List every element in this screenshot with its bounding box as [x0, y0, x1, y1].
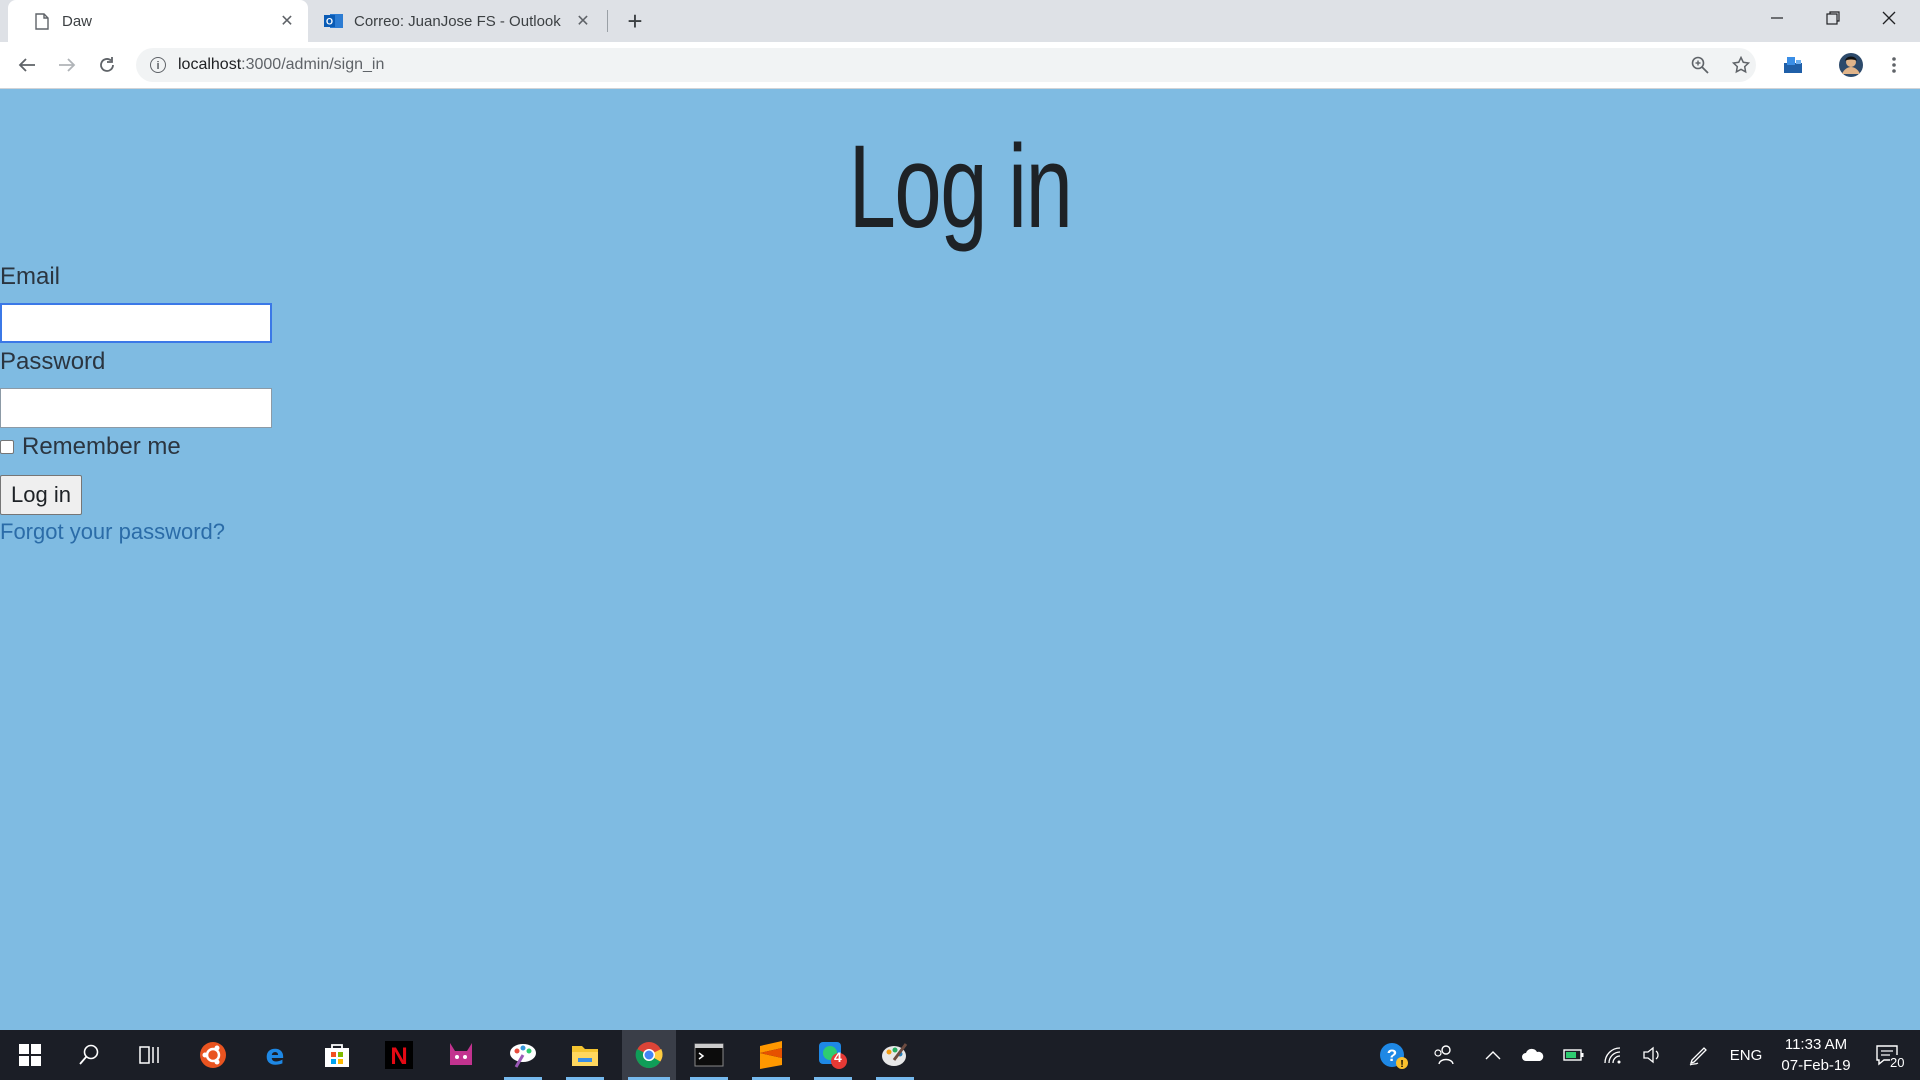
notification-count: 20: [1890, 1055, 1905, 1070]
address-bar[interactable]: i localhost:3000/admin/sign_in: [136, 48, 1756, 82]
time: 11:33 AM: [1784, 1036, 1848, 1053]
notification-badge: 4: [834, 1049, 842, 1065]
tab-title: Daw: [62, 12, 93, 30]
language-indicator[interactable]: ENG: [1726, 1030, 1766, 1080]
whatsapp-icon[interactable]: 4: [808, 1030, 858, 1080]
page-content: Log in Email Password Remember me Log in…: [0, 89, 1920, 1030]
wifi-icon[interactable]: [1598, 1030, 1628, 1080]
game-icon[interactable]: [436, 1030, 486, 1080]
tab-separator: [607, 10, 608, 32]
ubuntu-icon[interactable]: [188, 1030, 238, 1080]
minimize-button[interactable]: [1749, 0, 1805, 36]
remember-me-label[interactable]: Remember me: [22, 433, 181, 461]
clock[interactable]: 11:33 AM 07-Feb-19: [1770, 1034, 1862, 1076]
info-icon[interactable]: i: [150, 57, 166, 73]
svg-text:e: e: [266, 1041, 285, 1069]
store-icon[interactable]: [312, 1030, 362, 1080]
tab-outlook[interactable]: O Correo: JuanJose FS - Outlook ✕: [314, 0, 604, 42]
close-tab-icon[interactable]: ✕: [276, 10, 298, 32]
browser-toolbar: i localhost:3000/admin/sign_in: [0, 42, 1920, 89]
close-tab-icon[interactable]: ✕: [572, 10, 594, 32]
outlook-icon: O: [324, 11, 344, 31]
tab-daw[interactable]: Daw ✕: [8, 0, 308, 42]
taskbar: e N 4 ?! ENG 11:33 AM 07-Feb-19 20: [0, 1030, 1920, 1080]
avatar[interactable]: [1837, 51, 1865, 79]
svg-text:!: !: [1400, 1059, 1403, 1070]
svg-text:N: N: [390, 1043, 407, 1069]
email-label: Email: [0, 263, 61, 290]
svg-text:?: ?: [1387, 1046, 1397, 1065]
chrome-icon[interactable]: [622, 1030, 676, 1080]
url-path: :3000/admin/sign_in: [241, 56, 385, 73]
people-icon[interactable]: [1428, 1030, 1460, 1080]
forward-button[interactable]: [51, 49, 83, 81]
forgot-password-link[interactable]: Forgot your password?: [0, 519, 225, 545]
page-icon: [32, 11, 52, 31]
password-field[interactable]: [0, 388, 272, 428]
remember-me-checkbox[interactable]: [0, 440, 14, 454]
email-field[interactable]: [0, 303, 272, 343]
netflix-icon[interactable]: N: [374, 1030, 424, 1080]
date: 07-Feb-19: [1781, 1057, 1851, 1074]
pen-icon[interactable]: [1684, 1030, 1714, 1080]
extension-icon[interactable]: [1779, 51, 1807, 79]
edge-icon[interactable]: e: [250, 1030, 300, 1080]
volume-icon[interactable]: [1638, 1030, 1668, 1080]
help-icon[interactable]: ?!: [1375, 1030, 1411, 1080]
url-host: localhost: [178, 56, 242, 73]
terminal-icon[interactable]: [684, 1030, 734, 1080]
svg-text:O: O: [326, 17, 333, 27]
tab-strip: Daw ✕ O Correo: JuanJose FS - Outlook ✕ …: [0, 0, 1920, 42]
paint3d-icon[interactable]: [870, 1030, 920, 1080]
battery-icon[interactable]: [1559, 1030, 1589, 1080]
paint-icon[interactable]: [498, 1030, 548, 1080]
bookmark-star-icon[interactable]: [1727, 51, 1755, 79]
new-tab-button[interactable]: +: [621, 6, 649, 36]
chevron-up-icon[interactable]: [1478, 1030, 1508, 1080]
cloud-icon[interactable]: [1518, 1030, 1548, 1080]
back-button[interactable]: [11, 49, 43, 81]
reload-button[interactable]: [91, 49, 123, 81]
file-explorer-icon[interactable]: [560, 1030, 610, 1080]
task-view-icon[interactable]: [125, 1030, 175, 1080]
login-button[interactable]: Log in: [0, 475, 82, 515]
tab-title: Correo: JuanJose FS - Outlook: [354, 12, 561, 30]
page-title: Log in: [848, 121, 1073, 253]
restore-button[interactable]: [1805, 0, 1861, 36]
password-label: Password: [0, 348, 106, 375]
search-icon[interactable]: [64, 1030, 114, 1080]
close-window-button[interactable]: [1861, 0, 1917, 36]
zoom-icon[interactable]: [1686, 51, 1714, 79]
sublime-icon[interactable]: [746, 1030, 796, 1080]
notifications-icon[interactable]: 20: [1866, 1030, 1910, 1080]
start-icon[interactable]: [5, 1030, 55, 1080]
menu-dots-icon[interactable]: [1880, 51, 1908, 79]
